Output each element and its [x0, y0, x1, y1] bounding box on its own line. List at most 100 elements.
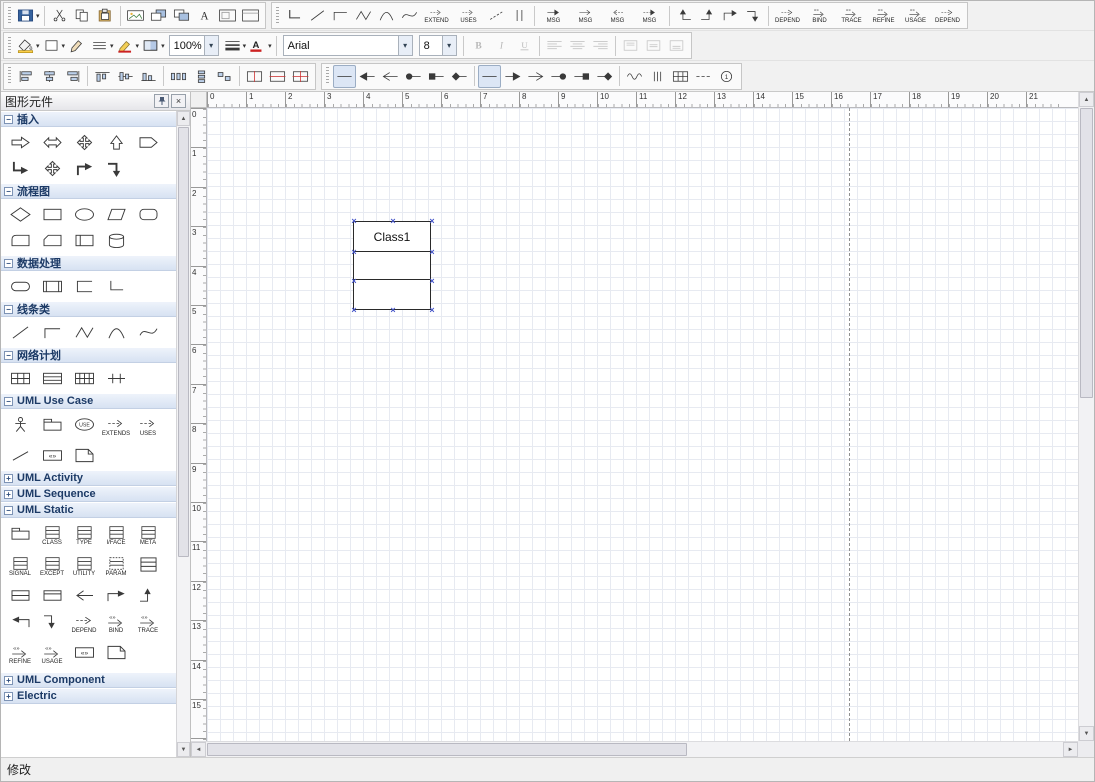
collapse-icon[interactable]: −	[4, 115, 13, 124]
collapse-icon[interactable]: −	[4, 351, 13, 360]
uml-trace[interactable]: «»TRACE	[133, 609, 163, 638]
end-circle-button[interactable]	[547, 65, 570, 88]
uml-elbow-arrow-2[interactable]	[133, 583, 163, 607]
align-text-left-button[interactable]	[543, 34, 566, 57]
align-right-button[interactable]	[61, 65, 84, 88]
end-open-arrow-button[interactable]	[524, 65, 547, 88]
shape-double-rect[interactable]	[37, 274, 67, 298]
line-pattern-button[interactable]: ▾	[89, 34, 115, 57]
dropdown-arrow-icon[interactable]: ▾	[268, 42, 272, 50]
extend-link-tool[interactable]: EXTEND	[421, 3, 453, 28]
parallel-lines-button[interactable]	[646, 65, 669, 88]
align-top-button[interactable]	[91, 65, 114, 88]
shape-arrow-double[interactable]	[37, 130, 67, 154]
start-open-arrow-button[interactable]	[379, 65, 402, 88]
collapse-icon[interactable]: −	[4, 259, 13, 268]
msg-async-tool[interactable]: MSG	[634, 3, 666, 28]
arc-tool[interactable]	[375, 4, 398, 27]
end-solid-arrow-button[interactable]	[501, 65, 524, 88]
section-header-network[interactable]: −网络计划	[1, 347, 176, 363]
shape-open-rect[interactable]	[69, 274, 99, 298]
expand-icon[interactable]: +	[4, 692, 13, 701]
collapse-icon[interactable]: −	[4, 305, 13, 314]
shape-connector-l[interactable]	[101, 274, 131, 298]
collapse-icon[interactable]: −	[4, 187, 13, 196]
shape-arrow-corner-3[interactable]	[101, 156, 131, 180]
start-circle-button[interactable]	[402, 65, 425, 88]
uml-uses[interactable]: USES	[133, 412, 163, 441]
center-both-button[interactable]	[289, 65, 312, 88]
toolbar-grip[interactable]	[326, 67, 329, 85]
selection-handle[interactable]: ×	[389, 217, 397, 226]
net-table-rows[interactable]	[37, 366, 67, 390]
center-h-button[interactable]	[243, 65, 266, 88]
uml-extends[interactable]: EXTENDS	[101, 412, 131, 441]
dropdown-arrow-icon[interactable]: ▾	[398, 36, 412, 55]
section-header-insert[interactable]: −插入	[1, 111, 176, 127]
font-color-button[interactable]: A▾	[247, 34, 273, 57]
line-arc[interactable]	[101, 320, 131, 344]
shape-display[interactable]	[5, 228, 35, 252]
toolbar-grip[interactable]	[8, 7, 11, 25]
start-none-button[interactable]	[333, 65, 356, 88]
align-middle-button[interactable]	[114, 65, 137, 88]
selection-handle[interactable]: ×	[428, 217, 436, 226]
uml-elbow-arrow-1[interactable]	[101, 583, 131, 607]
shape-fill-button[interactable]: ▾	[41, 34, 67, 57]
end-none-button[interactable]	[478, 65, 501, 88]
vertical-scrollbar[interactable]: ▲ ▼	[1078, 92, 1094, 741]
corner-arrow-up-tool[interactable]	[719, 4, 742, 27]
uml-package[interactable]	[37, 412, 67, 436]
section-header-flowchart[interactable]: −流程图	[1, 183, 176, 199]
shape-card[interactable]	[37, 228, 67, 252]
toolbar-grip[interactable]	[8, 67, 11, 85]
format-painter-button[interactable]	[66, 34, 89, 57]
uml-refine[interactable]: «»REFINE	[5, 640, 35, 669]
distribute-h-button[interactable]	[167, 65, 190, 88]
start-solid-arrow-button[interactable]	[356, 65, 379, 88]
align-center-button[interactable]	[38, 65, 61, 88]
panel-close-button[interactable]: ×	[171, 94, 186, 108]
font-size-combo[interactable]: 8▾	[419, 35, 457, 56]
uml-parameterized[interactable]: PARAM	[101, 552, 131, 581]
uml-arrow-left[interactable]	[69, 583, 99, 607]
connector-tool[interactable]	[283, 4, 306, 27]
bind-link-tool[interactable]: «»BIND	[804, 3, 836, 28]
insert-text-button[interactable]: A	[193, 4, 216, 27]
section-header-uml-component[interactable]: +UML Component	[1, 672, 176, 688]
shape-decision[interactable]	[5, 202, 35, 226]
scroll-down-icon[interactable]: ▼	[177, 742, 190, 757]
uml-class[interactable]: CLASS	[37, 521, 67, 550]
trace-link-tool[interactable]: «»TRACE	[836, 3, 868, 28]
dash-style-button[interactable]	[692, 65, 715, 88]
uml-bind[interactable]: «»BIND	[101, 609, 131, 638]
shape-arrow-quad-2[interactable]	[37, 156, 67, 180]
expand-icon[interactable]: +	[4, 474, 13, 483]
line-color-button[interactable]: ▾	[115, 34, 141, 57]
dropdown-arrow-icon[interactable]: ▾	[204, 36, 218, 55]
selection-handle[interactable]: ×	[428, 277, 436, 286]
expand-icon[interactable]: +	[4, 490, 13, 499]
end-diamond-button[interactable]	[593, 65, 616, 88]
start-square-button[interactable]	[425, 65, 448, 88]
shape-arrow-quad[interactable]	[69, 130, 99, 154]
selection-handle[interactable]: ×	[428, 248, 436, 257]
scroll-right-icon[interactable]: ►	[1063, 742, 1078, 757]
line-curve[interactable]	[133, 320, 163, 344]
corner-arrow-left-tool[interactable]	[673, 4, 696, 27]
line-width-button[interactable]: ▾	[222, 34, 248, 57]
uml-elbow-arrow-4[interactable]	[37, 609, 67, 633]
valign-bottom-button[interactable]	[665, 34, 688, 57]
align-left-button[interactable]	[15, 65, 38, 88]
insert-frame-button[interactable]	[216, 4, 239, 27]
horizontal-scrollbar[interactable]: ◄ ►	[191, 741, 1078, 757]
scroll-down-icon[interactable]: ▼	[1079, 726, 1094, 741]
wave-line-button[interactable]	[623, 65, 646, 88]
toolbar-grip[interactable]	[8, 37, 11, 55]
vertical-scroll-thumb[interactable]	[1080, 108, 1093, 398]
italic-button[interactable]: I	[490, 34, 513, 57]
font-family-combo[interactable]: Arial▾	[283, 35, 413, 56]
align-text-right-button[interactable]	[589, 34, 612, 57]
uml-depend[interactable]: DEPEND	[69, 609, 99, 638]
cut-button[interactable]	[48, 4, 71, 27]
